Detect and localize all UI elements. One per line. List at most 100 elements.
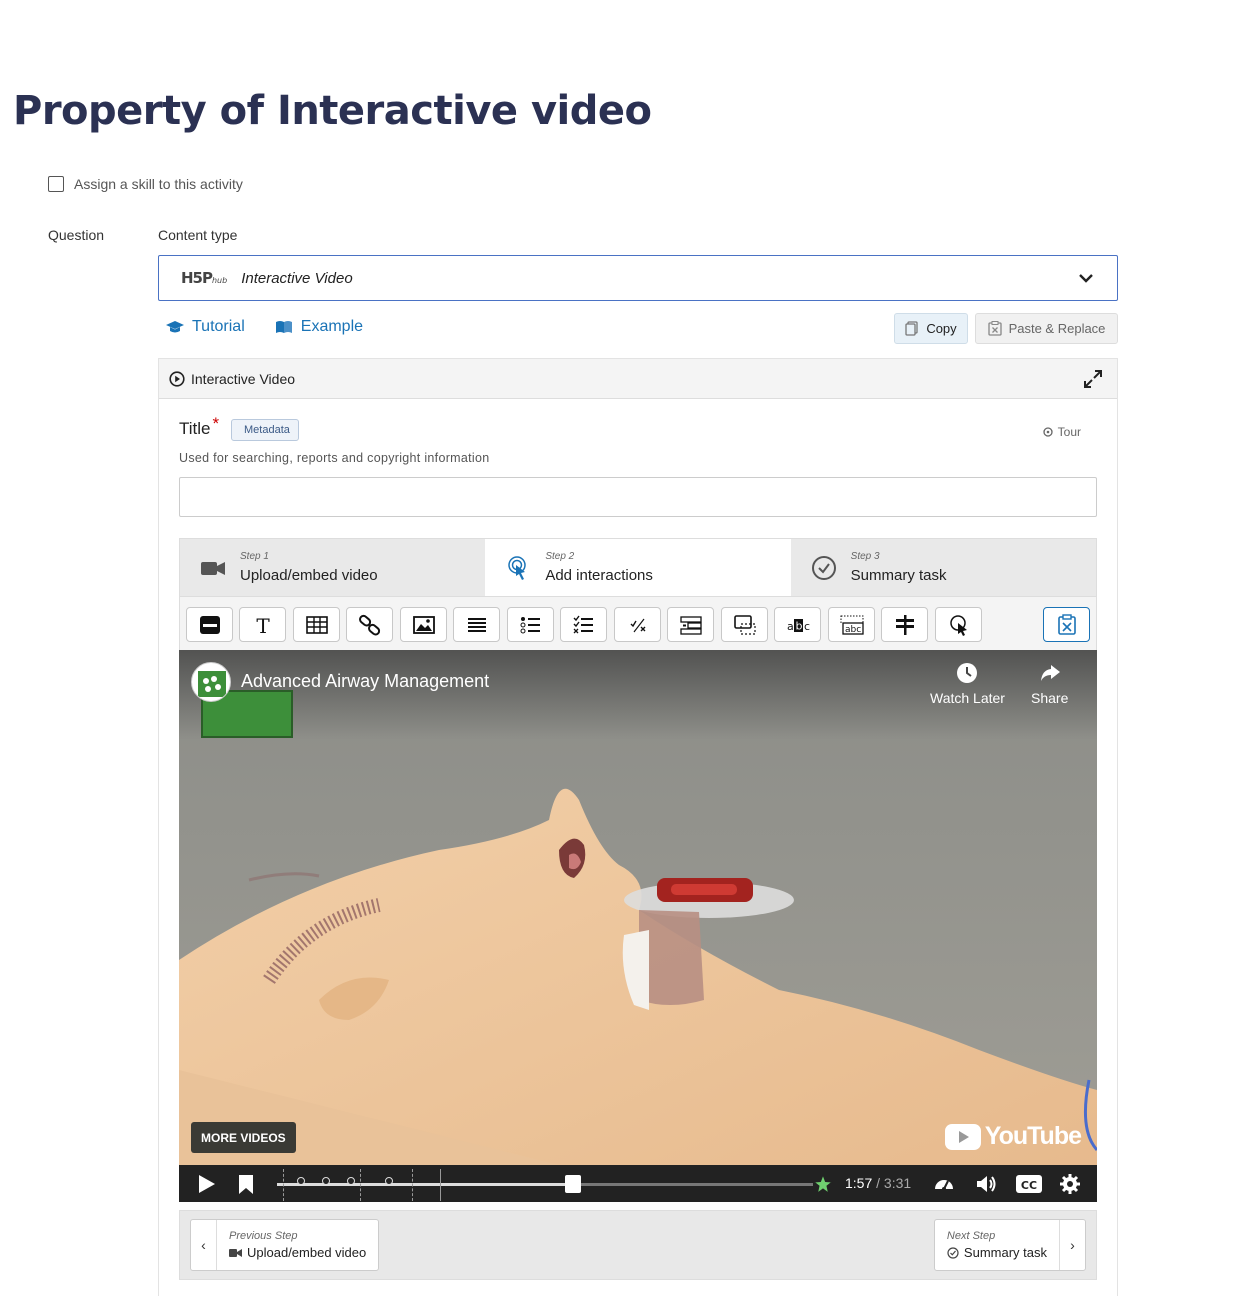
previous-step-name: Upload/embed video xyxy=(247,1245,367,1260)
crossroads-tool[interactable] xyxy=(881,607,928,642)
assign-skill-label: Assign a skill to this activity xyxy=(74,176,243,192)
clock-icon xyxy=(957,663,978,683)
channel-logo[interactable] xyxy=(191,662,231,702)
editor-header: Interactive Video xyxy=(159,359,1117,399)
title-field-description: Used for searching, reports and copyrigh… xyxy=(179,451,490,465)
playback-speed-icon[interactable] xyxy=(933,1173,955,1195)
step-2-number: Step 2 xyxy=(545,551,575,562)
single-choice-tool[interactable] xyxy=(507,607,554,642)
link-icon xyxy=(358,614,380,635)
step-3-number: Step 3 xyxy=(850,551,880,562)
share-icon xyxy=(1040,665,1060,681)
volume-icon[interactable] xyxy=(975,1173,997,1195)
step-2-name: Add interactions xyxy=(545,567,653,584)
page-title: Property of Interactive video xyxy=(13,88,652,134)
video-title[interactable]: Advanced Airway Management xyxy=(241,671,489,692)
interactive-video-controls: 1:57 / 3:31 CC xyxy=(179,1165,1097,1202)
mark-words-icon: abc xyxy=(787,618,810,633)
settings-gear-icon[interactable] xyxy=(1059,1173,1081,1195)
navigation-hotspot-tool[interactable] xyxy=(935,607,982,642)
content-type-value: Interactive Video xyxy=(241,269,353,287)
text-tool[interactable]: T xyxy=(239,607,286,642)
fill-blanks-icon xyxy=(679,615,702,635)
step-add-interactions[interactable]: Step 2 Add interactions xyxy=(485,539,791,596)
step-navigation: ‹ Previous Step Upload/embed video Next … xyxy=(179,1210,1097,1280)
interaction-range-marker xyxy=(283,1169,284,1201)
mark-words-tool[interactable]: abc xyxy=(774,607,821,642)
statements-tool[interactable] xyxy=(453,607,500,642)
youtube-play-icon xyxy=(944,1123,981,1150)
next-step-button[interactable]: Next Step Summary task › xyxy=(933,1219,1086,1271)
chevron-right-icon: › xyxy=(1059,1220,1085,1270)
next-step-name: Summary task xyxy=(963,1245,1047,1260)
multiple-choice-tool[interactable] xyxy=(560,607,607,642)
fill-blanks-tool[interactable] xyxy=(667,607,714,642)
expand-icon[interactable] xyxy=(1083,369,1103,389)
h5p-hub-logo: H5Phub xyxy=(181,269,228,287)
share-button[interactable]: Share xyxy=(1031,662,1068,706)
assign-skill-checkbox[interactable] xyxy=(48,176,64,192)
metadata-button[interactable]: Metadata xyxy=(231,419,299,441)
time-display: 1:57 / 3:31 xyxy=(845,1175,912,1191)
example-label: Example xyxy=(300,318,364,335)
share-label: Share xyxy=(1031,690,1069,706)
next-step-label: Next Step xyxy=(946,1230,996,1242)
navigation-hotspot-icon xyxy=(949,614,967,636)
captions-icon[interactable]: CC xyxy=(1015,1173,1043,1195)
progress-bar[interactable] xyxy=(277,1169,813,1201)
paste-replace-button[interactable]: Paste & Replace xyxy=(975,313,1118,344)
previous-step-button[interactable]: ‹ Previous Step Upload/embed video xyxy=(190,1219,380,1271)
drag-drop-tool[interactable] xyxy=(721,607,768,642)
interactions-toolbar: T abc abc xyxy=(179,597,1097,651)
table-tool[interactable] xyxy=(293,607,340,642)
more-videos-button[interactable]: MORE VIDEOS xyxy=(191,1122,296,1153)
play-icon[interactable] xyxy=(195,1173,217,1195)
step-summary-task[interactable]: Step 3 Summary task xyxy=(791,539,1096,596)
video-player[interactable]: Advanced Airway Management Watch Later S… xyxy=(179,650,1097,1202)
svg-text:CC: CC xyxy=(1021,1179,1037,1192)
label-tool[interactable] xyxy=(186,607,233,642)
step-3-name: Summary task xyxy=(850,567,947,584)
star-icon[interactable] xyxy=(813,1174,833,1194)
previous-step-label: Previous Step xyxy=(229,1230,298,1242)
svg-text:abc: abc xyxy=(845,625,861,635)
interaction-marker[interactable] xyxy=(347,1177,355,1185)
interaction-marker[interactable] xyxy=(322,1177,330,1185)
clipboard-paste-icon xyxy=(1057,613,1076,635)
watch-later-button[interactable]: Watch Later xyxy=(930,662,1005,706)
tour-button[interactable]: Tour xyxy=(1043,425,1081,439)
chevron-down-icon[interactable] xyxy=(1077,269,1095,287)
image-tool[interactable] xyxy=(400,607,447,642)
bookmark-icon[interactable] xyxy=(235,1173,257,1195)
interaction-marker[interactable] xyxy=(297,1177,305,1185)
content-type-select[interactable]: H5Phub Interactive Video xyxy=(158,255,1118,301)
interaction-marker[interactable] xyxy=(385,1177,393,1185)
duration: 3:31 xyxy=(883,1175,912,1191)
example-link[interactable]: Example xyxy=(275,318,363,336)
drag-text-tool[interactable]: abc xyxy=(828,607,875,642)
tour-label: Tour xyxy=(1057,425,1081,439)
progress-handle[interactable] xyxy=(565,1175,582,1193)
title-input[interactable] xyxy=(179,477,1097,517)
play-circle-icon xyxy=(169,370,185,387)
tutorial-link[interactable]: Tutorial xyxy=(166,318,245,336)
svg-text:a: a xyxy=(787,620,794,633)
youtube-logo[interactable]: YouTube xyxy=(944,1122,1082,1151)
interaction-range-marker xyxy=(440,1169,441,1201)
interaction-range-marker xyxy=(360,1169,361,1201)
copy-button[interactable]: Copy xyxy=(894,313,968,344)
chevron-left-icon: ‹ xyxy=(191,1220,217,1270)
copy-icon xyxy=(905,321,918,336)
clipboard-x-icon xyxy=(987,321,1002,336)
step-upload-embed-video[interactable]: Step 1 Upload/embed video xyxy=(180,539,485,596)
watch-later-label: Watch Later xyxy=(930,690,1005,706)
svg-text:b: b xyxy=(795,619,802,632)
multiple-choice-icon xyxy=(573,615,593,633)
tutorial-label: Tutorial xyxy=(192,318,245,335)
paste-replace-label: Paste & Replace xyxy=(1008,321,1106,336)
true-false-tool[interactable] xyxy=(614,607,661,642)
step-1-name: Upload/embed video xyxy=(240,567,378,584)
assign-skill-row[interactable]: Assign a skill to this activity xyxy=(48,176,243,192)
link-tool[interactable] xyxy=(346,607,393,642)
paste-interaction-tool[interactable] xyxy=(1043,607,1090,642)
